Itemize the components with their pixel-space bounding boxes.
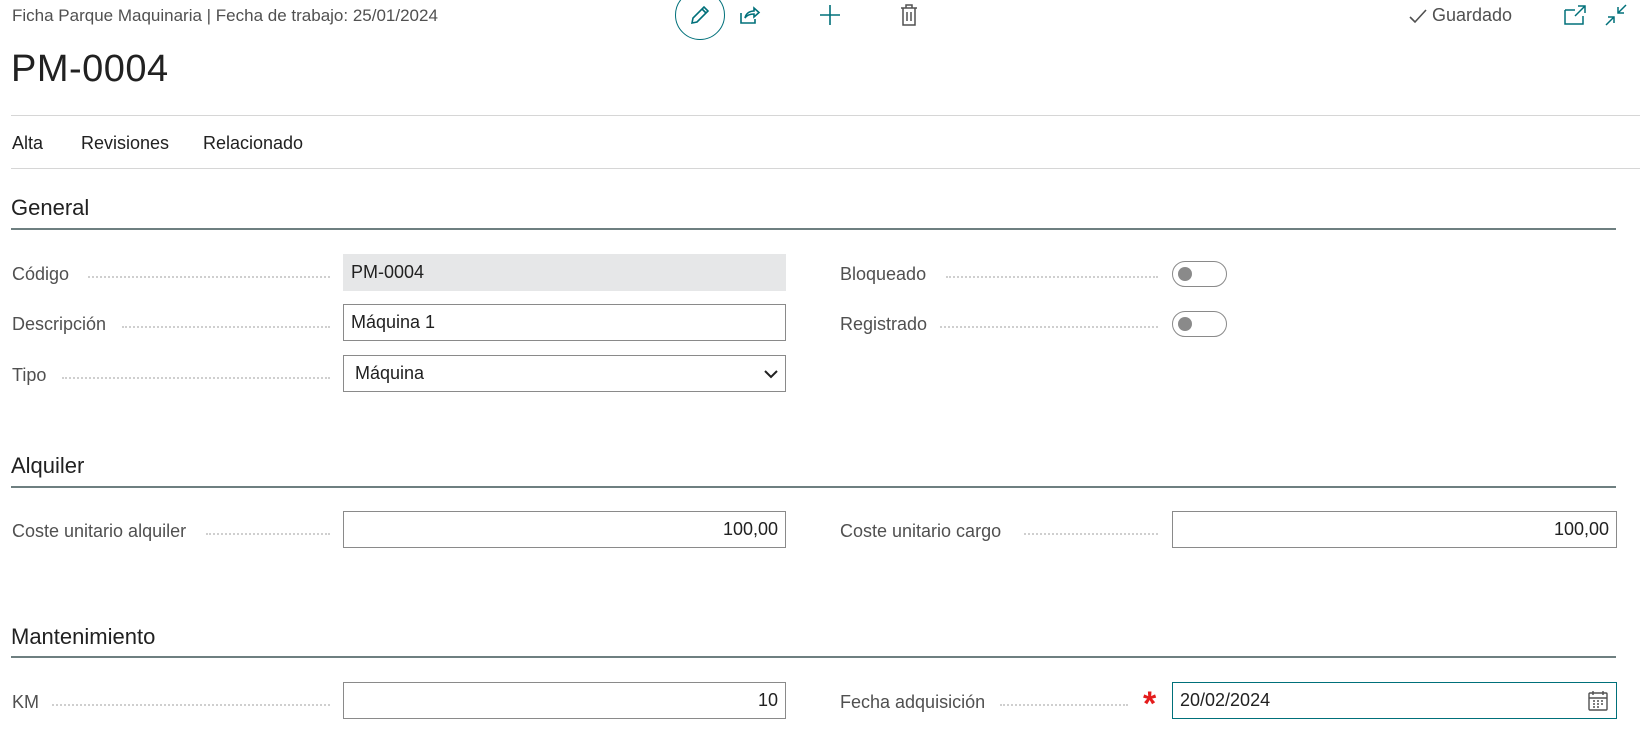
km-input[interactable]: 10 (343, 682, 786, 719)
trash-icon (901, 4, 917, 26)
tabs-divider (11, 168, 1640, 169)
descripcion-input[interactable]: Máquina 1 (343, 304, 786, 341)
tab-relacionado[interactable]: Relacionado (203, 133, 303, 154)
tab-alta[interactable]: Alta (12, 133, 43, 154)
header-divider (11, 115, 1640, 116)
section-line-mantenimiento (11, 656, 1616, 658)
fecha-adquisicion-value: 20/02/2024 (1180, 690, 1271, 710)
fecha-adquisicion-input[interactable]: 20/02/2024 (1172, 682, 1617, 719)
descripcion-label: Descripción (12, 314, 107, 334)
codigo-field: PM-0004 (343, 254, 786, 291)
share-icon (740, 6, 761, 24)
registrado-toggle[interactable] (1172, 311, 1227, 337)
coste-cargo-input[interactable]: 100,00 (1172, 511, 1617, 548)
edit-icon (690, 5, 710, 25)
codigo-label: Código (12, 264, 70, 284)
share-button[interactable] (731, 0, 767, 33)
km-label: KM (12, 692, 39, 712)
tipo-label: Tipo (12, 365, 47, 385)
dots (1000, 704, 1128, 706)
section-title-mantenimiento: Mantenimiento (11, 624, 156, 649)
section-line-general (11, 228, 1616, 230)
toggle-knob (1178, 317, 1192, 331)
toggle-knob (1178, 267, 1192, 281)
section-line-alquiler (11, 486, 1616, 488)
required-indicator: * (1143, 685, 1157, 723)
dots (62, 377, 330, 379)
collapse-button[interactable] (1598, 0, 1634, 33)
dots (206, 533, 330, 535)
page-title: PM-0004 (11, 48, 169, 90)
calendar-icon[interactable] (1587, 690, 1609, 712)
delete-button[interactable] (891, 0, 927, 33)
dots (52, 704, 330, 706)
saved-status: Guardado (1408, 5, 1512, 26)
saved-label: Guardado (1432, 5, 1513, 25)
new-button[interactable] (812, 0, 848, 33)
coste-cargo-label: Coste unitario cargo (840, 521, 1002, 541)
chevron-down-icon (764, 369, 778, 378)
bloqueado-toggle[interactable] (1172, 261, 1227, 287)
tab-revisiones[interactable]: Revisiones (81, 133, 169, 154)
section-title-alquiler: Alquiler (11, 453, 85, 478)
section-title-general: General (11, 195, 90, 220)
coste-alquiler-input[interactable]: 100,00 (343, 511, 786, 548)
dots (1024, 533, 1158, 535)
breadcrumb: Ficha Parque Maquinaria | Fecha de traba… (12, 6, 438, 25)
coste-alquiler-label: Coste unitario alquiler (12, 521, 187, 541)
checkmark-icon (1409, 8, 1427, 23)
dots (946, 276, 1158, 278)
registrado-label: Registrado (840, 314, 928, 334)
open-new-window-icon (1564, 5, 1586, 25)
edit-button[interactable] (675, 0, 725, 40)
dots (122, 326, 330, 328)
tipo-select[interactable]: Máquina (343, 355, 786, 392)
open-new-window-button[interactable] (1557, 0, 1593, 33)
bloqueado-label: Bloqueado (840, 264, 927, 284)
dots (940, 326, 1158, 328)
dots (88, 276, 330, 278)
tipo-selected-value: Máquina (355, 363, 425, 383)
fecha-adquisicion-label: Fecha adquisición (840, 692, 986, 712)
collapse-icon (1605, 4, 1627, 26)
plus-icon (820, 5, 840, 25)
